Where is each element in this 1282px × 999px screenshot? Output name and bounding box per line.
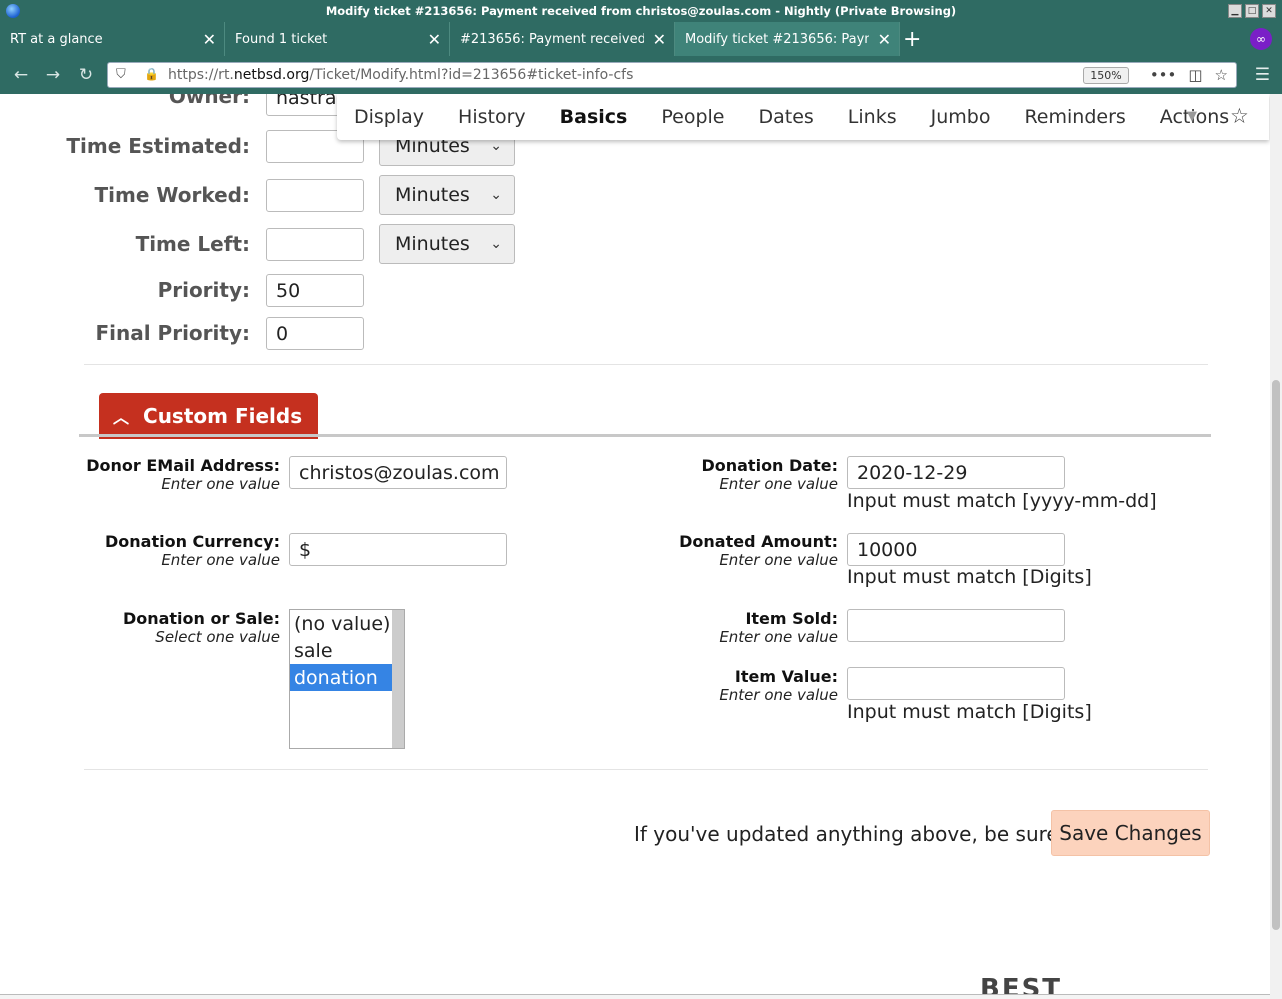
donor-email-input[interactable]: christos@zoulas.com [289, 456, 507, 489]
menu-links[interactable]: Links [831, 106, 914, 128]
tracking-shield-icon[interactable]: ⛉ [116, 67, 126, 82]
forward-icon[interactable]: → [41, 64, 65, 86]
donation-or-sale-label: Donation or Sale: Select one value [122, 609, 280, 646]
tab-bar: RT at a glance ✕ Found 1 ticket ✕ #21365… [0, 22, 1282, 56]
chevron-down-icon: ⌄ [490, 187, 502, 203]
time-worked-input[interactable] [266, 179, 364, 212]
ticket-page-menu: Display History Basics People Dates Link… [337, 94, 1269, 140]
divider [84, 769, 1208, 770]
bookmark-star-icon[interactable]: ☆ [1215, 66, 1228, 84]
priority-label: Priority: [157, 278, 250, 302]
donation-date-format-hint: Input must match [yyyy-mm-dd] [847, 490, 1157, 512]
owner-label: Owner: [168, 94, 250, 108]
page-actions-icon[interactable]: ••• [1150, 66, 1177, 84]
final-priority-label: Final Priority: [95, 321, 250, 345]
window-titlebar: Modify ticket #213656: Payment received … [0, 0, 1282, 22]
reload-icon[interactable]: ↻ [74, 64, 98, 86]
option-sale[interactable]: sale [290, 637, 404, 664]
custom-fields-title: Custom Fields [143, 404, 303, 428]
close-tab-icon[interactable]: ✕ [878, 30, 891, 49]
donation-date-label: Donation Date: Enter one value [701, 456, 838, 493]
tab-ticket-213656[interactable]: #213656: Payment received from christos@… [450, 22, 675, 56]
donation-currency-label: Donation Currency: Enter one value [104, 532, 280, 569]
save-changes-button[interactable]: Save Changes [1051, 810, 1210, 856]
item-value-label: Item Value: Enter one value [719, 667, 838, 704]
option-donation[interactable]: donation [290, 664, 392, 691]
custom-fields-toggle[interactable]: ︿ Custom Fields [99, 393, 318, 439]
tab-label: RT at a glance [10, 31, 103, 47]
page-content: Owner: nastra Time Estimated: Minutes ⌄ T… [0, 94, 1270, 997]
close-tab-icon[interactable]: ✕ [653, 30, 666, 49]
menu-basics[interactable]: Basics [543, 106, 645, 128]
menu-history[interactable]: History [441, 106, 543, 128]
close-window-button[interactable]: ✕ [1262, 4, 1276, 18]
tab-rt-at-a-glance[interactable]: RT at a glance ✕ [0, 22, 225, 56]
time-estimated-label: Time Estimated: [66, 134, 250, 158]
minimize-button[interactable]: ▁ [1228, 4, 1242, 18]
navigation-bar: ← → ↻ ⛉ 🔒 https://rt.netbsd.org/Ticket/M… [0, 56, 1282, 94]
chevron-down-icon: ⌄ [490, 138, 502, 154]
chevron-up-icon: ︿ [113, 408, 130, 427]
actions-dropdown-icon[interactable]: ▼ [1187, 109, 1197, 124]
priority-input[interactable]: 50 [266, 274, 364, 307]
window-title: Modify ticket #213656: Payment received … [325, 4, 957, 18]
close-tab-icon[interactable]: ✕ [203, 30, 216, 49]
new-tab-button[interactable]: + [903, 27, 921, 52]
donation-date-input[interactable]: 2020-12-29 [847, 456, 1065, 489]
item-value-format-hint: Input must match [Digits] [847, 701, 1092, 723]
listbox-scrollbar[interactable] [392, 610, 404, 748]
menu-people[interactable]: People [644, 106, 741, 128]
maximize-button[interactable]: □ [1245, 4, 1259, 18]
zoom-indicator[interactable]: 150% [1083, 67, 1129, 84]
donation-or-sale-listbox[interactable]: (no value) sale donation [289, 609, 405, 749]
save-reminder-text: If you've updated anything above, be sur… [634, 822, 1086, 846]
menu-display[interactable]: Display [337, 106, 441, 128]
donated-amount-label: Donated Amount: Enter one value [679, 532, 838, 569]
lock-icon[interactable]: 🔒 [144, 67, 159, 81]
browser-logo-icon [6, 4, 20, 18]
custom-fields-divider [79, 434, 1211, 437]
page-scrollbar[interactable] [1270, 94, 1282, 999]
divider [84, 364, 1208, 365]
menu-reminders[interactable]: Reminders [1007, 106, 1142, 128]
url-text[interactable]: https://rt.netbsd.org/Ticket/Modify.html… [168, 67, 633, 83]
item-sold-label: Item Sold: Enter one value [719, 609, 838, 646]
donation-currency-input[interactable]: $ [289, 533, 507, 566]
time-left-unit-select[interactable]: Minutes ⌄ [379, 224, 515, 264]
url-actions: ••• ◫ ☆ [1150, 66, 1228, 84]
donated-amount-input[interactable]: 10000 [847, 533, 1065, 566]
time-left-input[interactable] [266, 228, 364, 261]
status-bar [0, 994, 1270, 999]
time-worked-label: Time Worked: [94, 183, 250, 207]
mask-icon: ∞ [1250, 28, 1272, 50]
donated-amount-format-hint: Input must match [Digits] [847, 566, 1092, 588]
time-left-label: Time Left: [135, 232, 250, 256]
chevron-down-icon: ⌄ [490, 236, 502, 252]
pocket-icon[interactable]: ◫ [1188, 66, 1202, 84]
item-value-input[interactable] [847, 667, 1065, 700]
url-bar[interactable]: ⛉ 🔒 https://rt.netbsd.org/Ticket/Modify.… [107, 62, 1237, 88]
donor-email-label: Donor EMail Address: Enter one value [86, 456, 280, 493]
hamburger-menu-icon[interactable]: ☰ [1255, 65, 1270, 85]
tab-label: Found 1 ticket [235, 31, 328, 47]
tab-label: #213656: Payment received from christos@… [460, 31, 644, 47]
final-priority-input[interactable]: 0 [266, 317, 364, 350]
scrollbar-thumb[interactable] [1272, 380, 1280, 930]
tab-modify-ticket[interactable]: Modify ticket #213656: Payment received … [675, 22, 900, 56]
option-no-value[interactable]: (no value) [290, 610, 404, 637]
window-controls: ▁ □ ✕ [1228, 4, 1276, 18]
tab-label: Modify ticket #213656: Payment received … [685, 31, 869, 47]
menu-dates[interactable]: Dates [741, 106, 830, 128]
time-worked-unit-select[interactable]: Minutes ⌄ [379, 175, 515, 215]
close-tab-icon[interactable]: ✕ [428, 30, 441, 49]
back-icon[interactable]: ← [9, 64, 33, 86]
tab-found-1-ticket[interactable]: Found 1 ticket ✕ [225, 22, 450, 56]
menu-jumbo[interactable]: Jumbo [914, 106, 1008, 128]
item-sold-input[interactable] [847, 609, 1065, 642]
bookmark-star-icon[interactable]: ☆ [1230, 104, 1249, 128]
